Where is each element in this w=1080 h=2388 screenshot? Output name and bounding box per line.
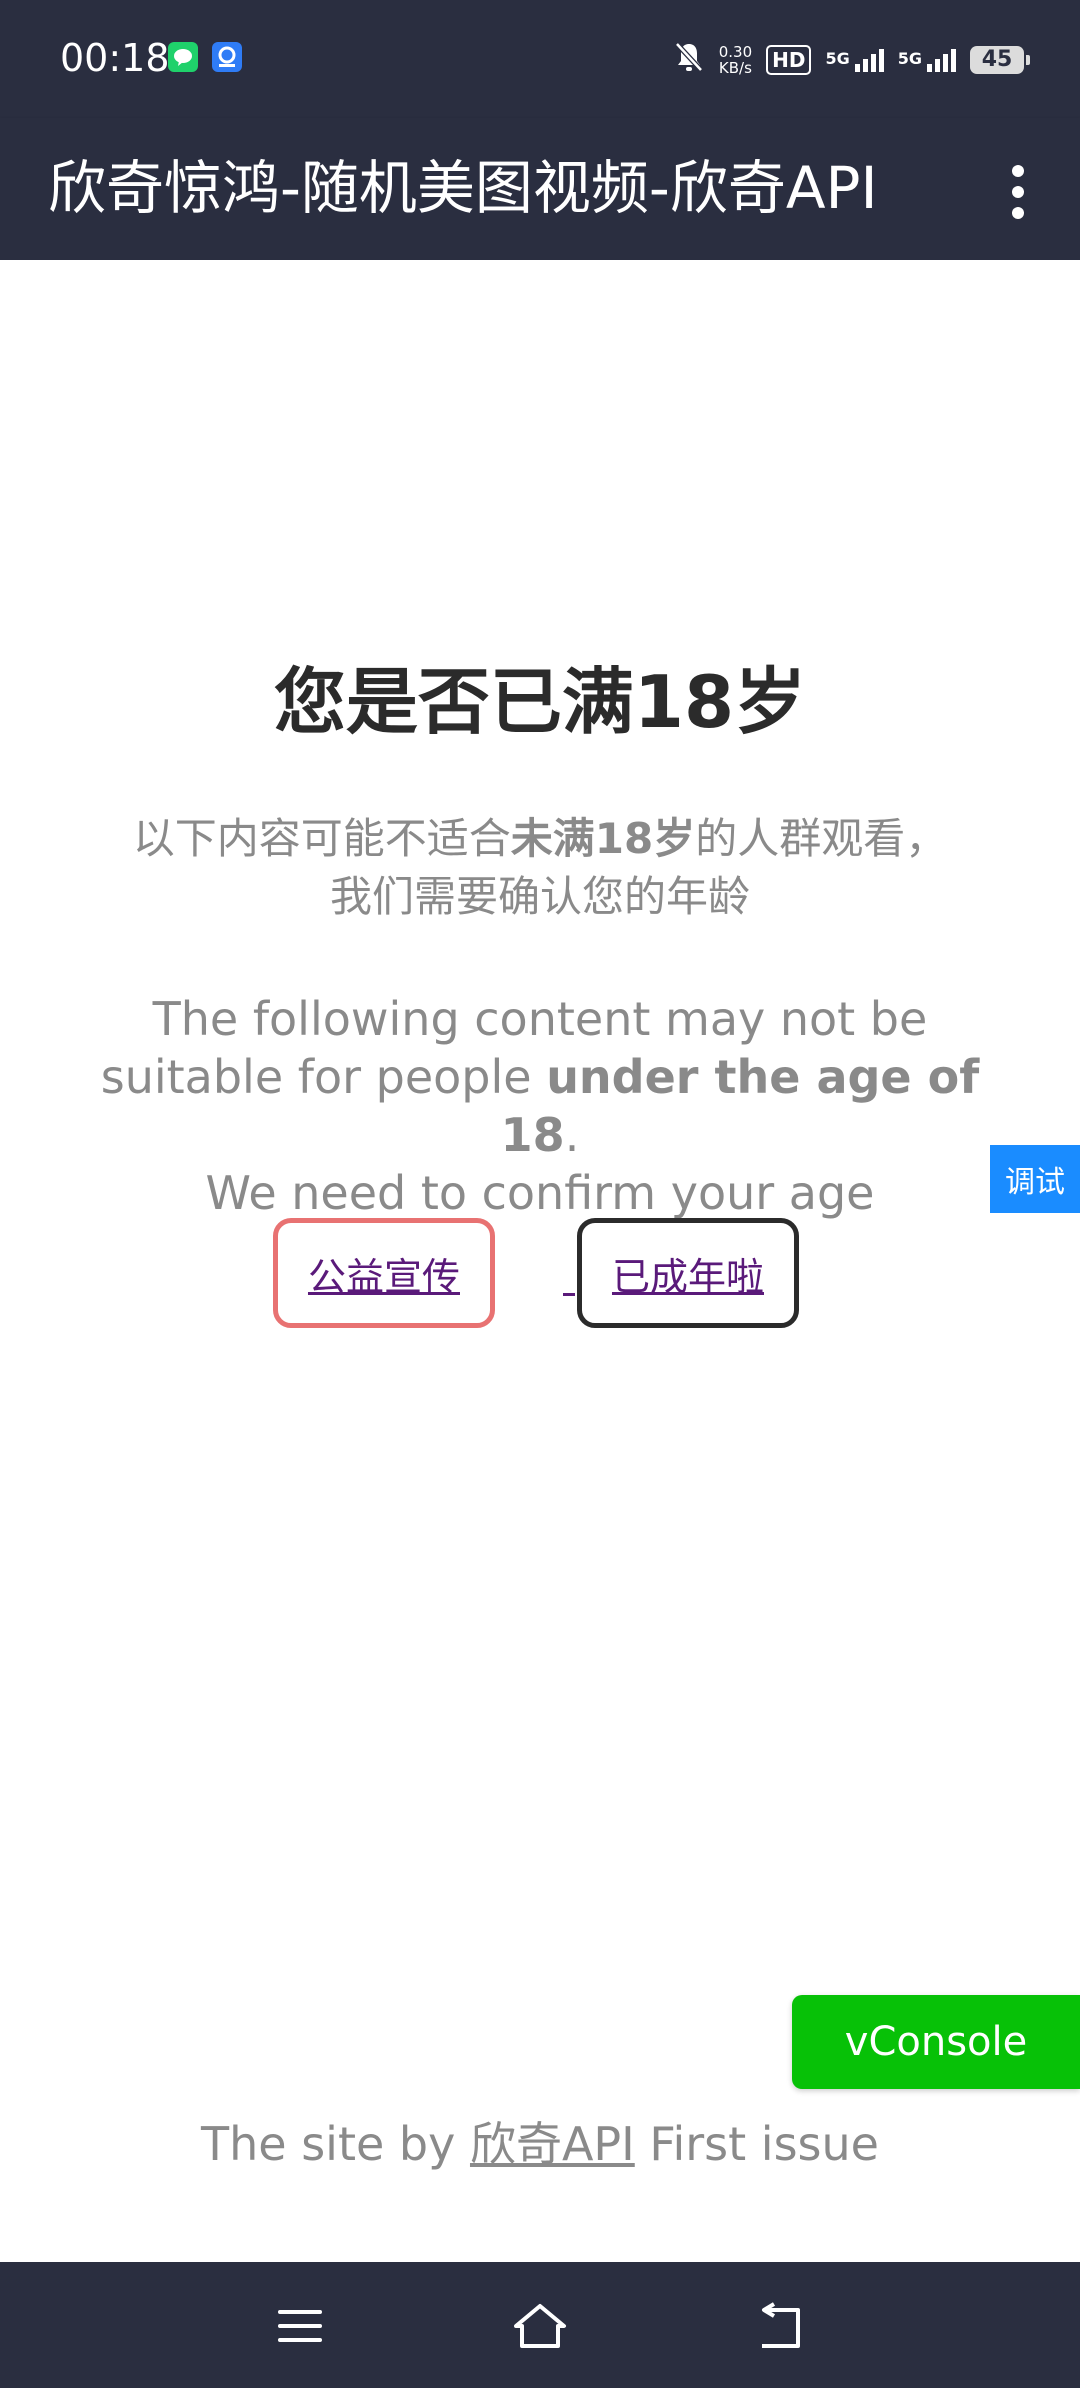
notice-cn-prefix: 以下内容可能不适合 xyxy=(132,814,511,863)
status-time: 00:18 xyxy=(60,36,170,80)
vconsole-button[interactable]: vConsole xyxy=(792,1995,1080,2089)
home-icon[interactable] xyxy=(510,2296,570,2356)
public-service-button[interactable]: 公益宣传 xyxy=(273,1218,495,1328)
notice-cn-suffix: 的人群观看， xyxy=(695,814,948,863)
network-speed-value: 0.30 xyxy=(718,43,753,61)
notice-cn-line2: 我们需要确认您的年龄 xyxy=(329,872,750,921)
signal-strength-icon-2: 5G xyxy=(897,48,956,72)
notice-chinese: 以下内容可能不适合未满18岁的人群观看， 我们需要确认您的年龄 xyxy=(60,810,1020,926)
notice-english: The following content may not be suitabl… xyxy=(60,990,1020,1222)
notice-cn-bold: 未满18岁 xyxy=(510,814,696,863)
menu-icon[interactable] xyxy=(270,2296,330,2356)
footer: The site by 欣奇API First issue xyxy=(0,2112,1080,2176)
more-vertical-icon[interactable] xyxy=(994,152,1042,232)
page-title: 欣奇惊鸿-随机美图视频-欣奇API xyxy=(48,154,878,222)
wechat-notification-icon xyxy=(168,42,198,72)
notice-en-line2: We need to confirm your age xyxy=(205,1166,875,1220)
footer-suffix: First issue xyxy=(634,2117,879,2171)
signal-1-label: 5G xyxy=(825,48,850,68)
hd-label: HD xyxy=(772,48,806,72)
confirm-adult-button[interactable]: 已成年啦 xyxy=(577,1218,799,1328)
back-icon[interactable] xyxy=(750,2296,810,2356)
battery-icon: 45 xyxy=(970,46,1030,74)
notice-en-suffix: . xyxy=(564,1108,580,1162)
hd-voice-badge: HD xyxy=(766,45,812,75)
age-question-heading: 您是否已满18岁 xyxy=(273,660,807,744)
status-bar: 00:18 0.30 KB/s HD 5G 5G 45 xyxy=(0,0,1080,118)
network-speed-unit: KB/s xyxy=(718,59,752,77)
signal-strength-icon: 5G xyxy=(825,48,884,72)
system-nav-bar xyxy=(0,2262,1080,2388)
footer-prefix: The site by xyxy=(201,2117,470,2171)
main-content xyxy=(0,260,1080,2258)
app-bar: 欣奇惊鸿-随机美图视频-欣奇API xyxy=(0,118,1080,260)
debug-tab[interactable]: 调试 xyxy=(990,1145,1080,1213)
bell-muted-icon xyxy=(673,40,705,80)
footer-site-link[interactable]: 欣奇API xyxy=(470,2117,635,2171)
link-underline-fragment xyxy=(563,1293,575,1296)
app-notification-icon xyxy=(212,42,242,72)
status-indicators: 0.30 KB/s HD 5G 5G 45 xyxy=(673,36,1030,84)
network-speed: 0.30 KB/s xyxy=(719,44,752,76)
signal-2-label: 5G xyxy=(897,48,922,68)
